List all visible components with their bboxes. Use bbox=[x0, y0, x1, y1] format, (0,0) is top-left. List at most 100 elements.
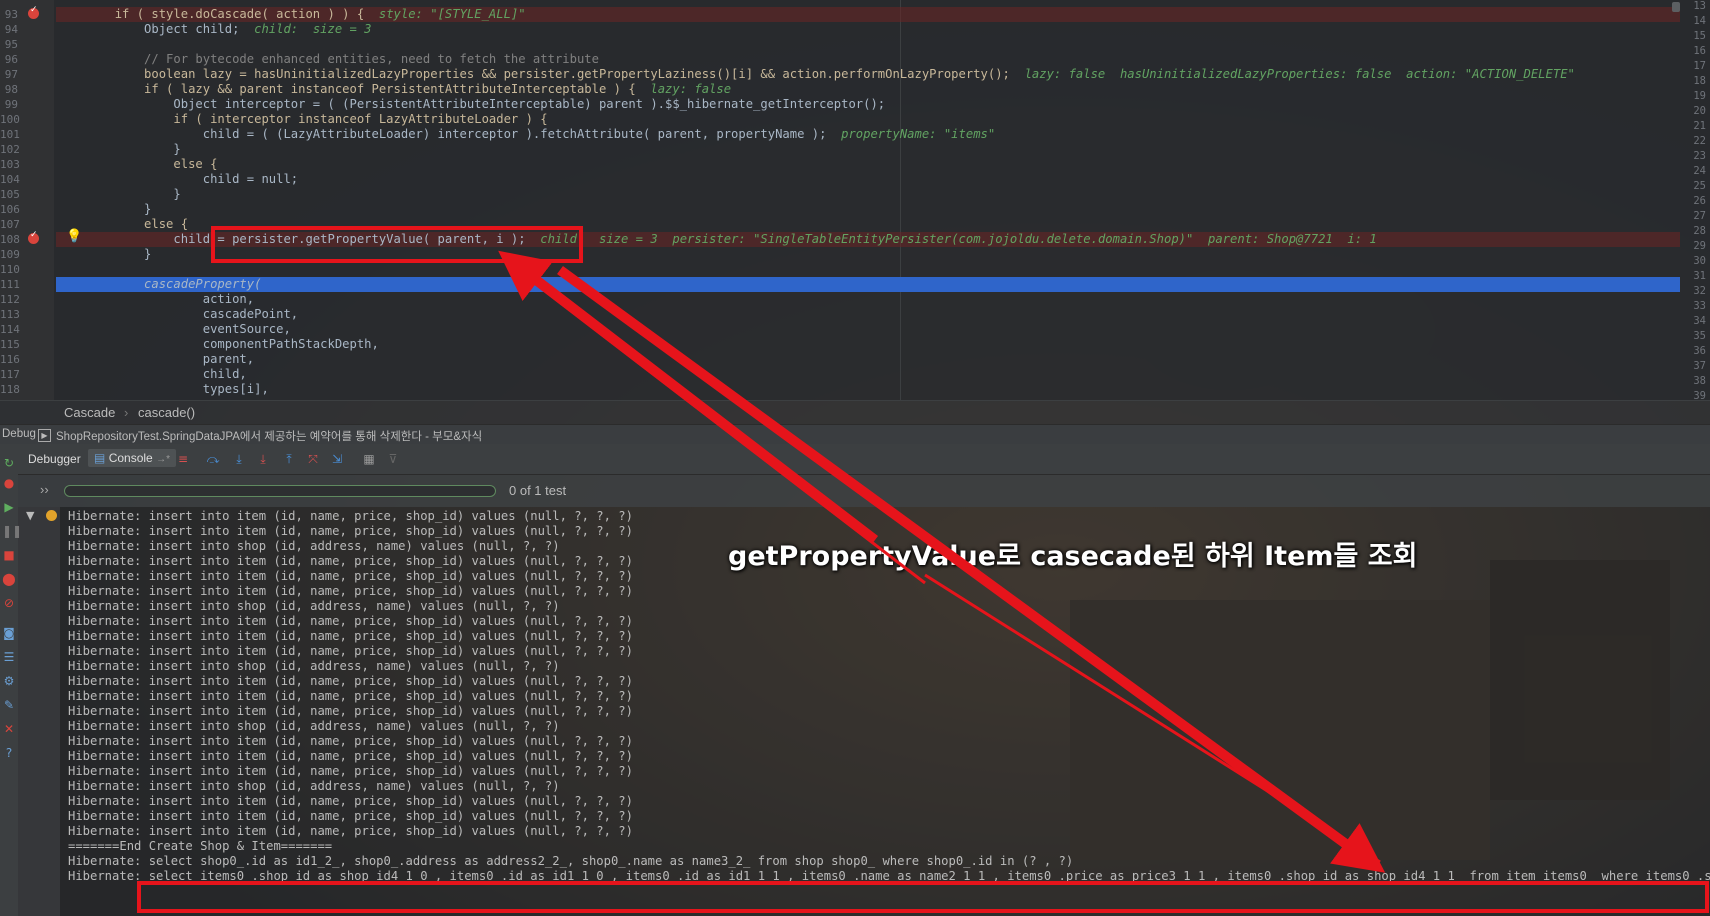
console-line: Hibernate: insert into shop (id, address… bbox=[68, 599, 560, 613]
breadcrumb-separator: › bbox=[124, 405, 129, 420]
code-text: child, bbox=[56, 367, 247, 381]
line-number: 103 bbox=[0, 158, 20, 171]
code-text: eventSource, bbox=[56, 322, 291, 336]
code-line[interactable]: componentPathStackDepth, bbox=[56, 337, 1680, 352]
mute-breakpoints-icon[interactable]: ⊘ bbox=[2, 596, 16, 610]
inline-debug-value: child: size = 3 bbox=[254, 22, 372, 36]
code-line[interactable]: } bbox=[56, 142, 1680, 157]
code-line[interactable]: child = null; bbox=[56, 172, 1680, 187]
code-line[interactable]: } bbox=[56, 202, 1680, 217]
inline-debug-value: lazy: false bbox=[650, 82, 732, 96]
close-icon[interactable]: ✕ bbox=[2, 722, 16, 736]
minimap-line-number: 28 bbox=[1693, 225, 1706, 237]
code-text: if ( lazy && parent instanceof Persisten… bbox=[56, 82, 636, 96]
line-number: 117 bbox=[0, 368, 20, 381]
console-line: Hibernate: insert into item (id, name, p… bbox=[68, 674, 633, 688]
line-number: 109 bbox=[0, 248, 20, 261]
stop-icon[interactable]: ■ bbox=[2, 548, 16, 562]
minimap-line-number: 26 bbox=[1693, 195, 1706, 207]
code-text: // For bytecode enhanced entities, need … bbox=[56, 52, 599, 66]
breakpoint-icon[interactable] bbox=[28, 5, 39, 19]
breadcrumb: Cascade › cascade() bbox=[0, 400, 1710, 425]
code-line[interactable]: // For bytecode enhanced entities, need … bbox=[56, 52, 1680, 67]
help-icon[interactable]: ? bbox=[2, 746, 16, 760]
run-to-cursor-icon[interactable]: ⇲ bbox=[330, 452, 344, 466]
breadcrumb-class[interactable]: Cascade bbox=[64, 405, 115, 420]
console-line: Hibernate: insert into item (id, name, p… bbox=[68, 824, 633, 838]
tab-console[interactable]: ▤ Console →* bbox=[88, 449, 176, 467]
code-line[interactable]: if ( interceptor instanceof LazyAttribut… bbox=[56, 112, 1680, 127]
show-execution-point-icon[interactable]: ≡ bbox=[176, 452, 190, 466]
minimap-line-number: 27 bbox=[1693, 210, 1706, 222]
console-line: Hibernate: insert into item (id, name, p… bbox=[68, 794, 633, 808]
pin-icon[interactable]: ✎ bbox=[2, 698, 16, 712]
line-number: 93 bbox=[4, 8, 18, 21]
code-line[interactable]: action, bbox=[56, 292, 1680, 307]
code-line[interactable] bbox=[56, 37, 1680, 52]
layout-icon[interactable]: ☰ bbox=[2, 650, 16, 664]
code-line[interactable]: Object child; child: size = 3 bbox=[56, 22, 1680, 37]
minimap-line-number: 23 bbox=[1693, 150, 1706, 162]
code-line[interactable]: if ( lazy && parent instanceof Persisten… bbox=[56, 82, 1680, 97]
settings-icon[interactable]: ⚙ bbox=[2, 674, 16, 688]
console-icon: ▤ bbox=[94, 451, 106, 465]
code-text: cascadeProperty( bbox=[56, 277, 262, 291]
lightbulb-icon[interactable]: 💡 bbox=[66, 229, 82, 244]
code-text: Object child; bbox=[56, 22, 240, 36]
test-tree-panel[interactable]: ▼ bbox=[18, 507, 60, 916]
code-line[interactable]: boolean lazy = hasUninitializedLazyPrope… bbox=[56, 67, 1680, 82]
camera-icon[interactable]: ◙ bbox=[2, 626, 16, 640]
debug-toolbar: Debugger ▤ Console →* ≡ ⤼ ⤓ ⤓ ⤒ ⤧ ⇲ ▦ ⊽ bbox=[0, 444, 1710, 475]
code-line[interactable]: } bbox=[56, 187, 1680, 202]
step-into-icon[interactable]: ⤓ bbox=[232, 452, 246, 466]
code-text: child = null; bbox=[56, 172, 299, 186]
console-line: Hibernate: insert into shop (id, address… bbox=[68, 659, 560, 673]
line-number: 97 bbox=[4, 68, 18, 81]
code-line[interactable]: parent, bbox=[56, 352, 1680, 367]
step-over-icon[interactable]: ⤼ bbox=[206, 452, 220, 466]
console-line: Hibernate: insert into item (id, name, p… bbox=[68, 644, 633, 658]
code-line[interactable]: cascadeProperty( bbox=[56, 277, 1680, 292]
rerun-icon[interactable]: ↻ bbox=[2, 456, 16, 470]
console-line: Hibernate: insert into shop (id, address… bbox=[68, 779, 560, 793]
code-line[interactable]: eventSource, bbox=[56, 322, 1680, 337]
minimap-line-number: 15 bbox=[1693, 30, 1706, 42]
highlight-getpropertyvalue-line bbox=[211, 226, 583, 263]
expand-arrow-icon[interactable]: ›› bbox=[40, 482, 49, 497]
force-step-into-icon[interactable]: ⤓ bbox=[256, 452, 270, 466]
scroll-marker[interactable] bbox=[1672, 2, 1680, 12]
console-line: Hibernate: insert into item (id, name, p… bbox=[68, 734, 633, 748]
line-number: 95 bbox=[4, 38, 18, 51]
filter-icon[interactable]: ⊽ bbox=[386, 452, 400, 466]
tab-debugger[interactable]: Debugger bbox=[28, 452, 81, 466]
code-text: types[i], bbox=[56, 382, 269, 396]
line-number: 116 bbox=[0, 353, 20, 366]
console-line: Hibernate: insert into item (id, name, p… bbox=[68, 569, 633, 583]
minimap-line-number: 29 bbox=[1693, 240, 1706, 252]
code-line[interactable]: child = ( (LazyAttributeLoader) intercep… bbox=[56, 127, 1680, 142]
pause-icon[interactable]: ❚❚ bbox=[2, 524, 22, 538]
minimap-line-number: 13 bbox=[1693, 0, 1706, 12]
view-breakpoints-icon[interactable]: ⬤ bbox=[2, 572, 16, 586]
minimap-line-number: 16 bbox=[1693, 45, 1706, 57]
tree-collapse-icon[interactable]: ▼ bbox=[26, 509, 34, 522]
console-line: Hibernate: insert into item (id, name, p… bbox=[68, 629, 633, 643]
code-line[interactable]: else { bbox=[56, 157, 1680, 172]
breadcrumb-method[interactable]: cascade() bbox=[138, 405, 195, 420]
annotation-label: getPropertyValue로 casecade된 하위 Item들 조회 bbox=[728, 541, 1418, 572]
drop-frame-icon[interactable]: ⤧ bbox=[306, 452, 320, 466]
code-line[interactable]: child, bbox=[56, 367, 1680, 382]
code-line[interactable]: cascadePoint, bbox=[56, 307, 1680, 322]
evaluate-icon[interactable]: ▦ bbox=[362, 452, 376, 466]
code-line[interactable]: types[i], bbox=[56, 382, 1680, 397]
code-line[interactable]: if ( style.doCascade( action ) ) { style… bbox=[56, 7, 1680, 22]
tab-console-label: Console bbox=[108, 451, 153, 465]
breakpoint-icon[interactable] bbox=[28, 230, 39, 244]
code-line[interactable] bbox=[56, 262, 1680, 277]
breakpoint-settings-icon[interactable]: ● bbox=[2, 476, 16, 490]
resume-icon[interactable]: ▶ bbox=[2, 500, 16, 514]
step-out-icon[interactable]: ⤒ bbox=[282, 452, 296, 466]
line-number: 100 bbox=[0, 113, 20, 126]
code-line[interactable]: Object interceptor = ( (PersistentAttrib… bbox=[56, 97, 1680, 112]
code-editor[interactable]: 93 if ( style.doCascade( action ) ) { st… bbox=[0, 0, 1710, 402]
